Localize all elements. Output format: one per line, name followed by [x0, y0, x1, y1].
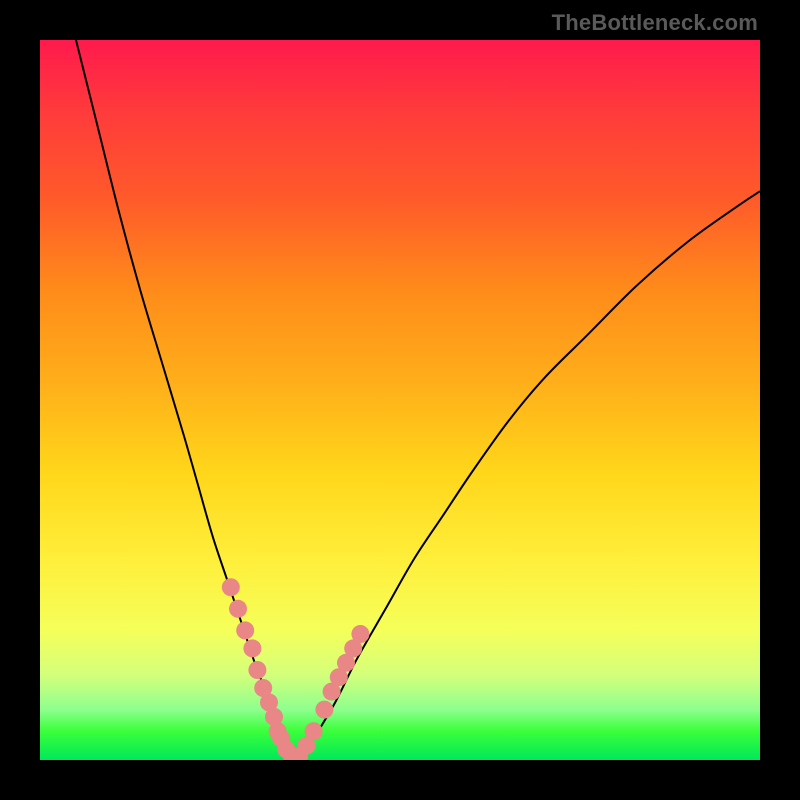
- highlight-dot: [243, 639, 261, 657]
- attribution-text: TheBottleneck.com: [552, 10, 758, 36]
- bottleneck-curve: [76, 40, 760, 760]
- highlight-dots-group: [222, 578, 370, 760]
- highlight-dot: [222, 578, 240, 596]
- chart-svg: [40, 40, 760, 760]
- highlight-dot: [315, 701, 333, 719]
- highlight-dot: [229, 600, 247, 618]
- chart-container: TheBottleneck.com: [0, 0, 800, 800]
- highlight-dot: [305, 722, 323, 740]
- highlight-dot: [248, 661, 266, 679]
- highlight-dot: [351, 625, 369, 643]
- plot-area: [40, 40, 760, 760]
- highlight-dot: [236, 621, 254, 639]
